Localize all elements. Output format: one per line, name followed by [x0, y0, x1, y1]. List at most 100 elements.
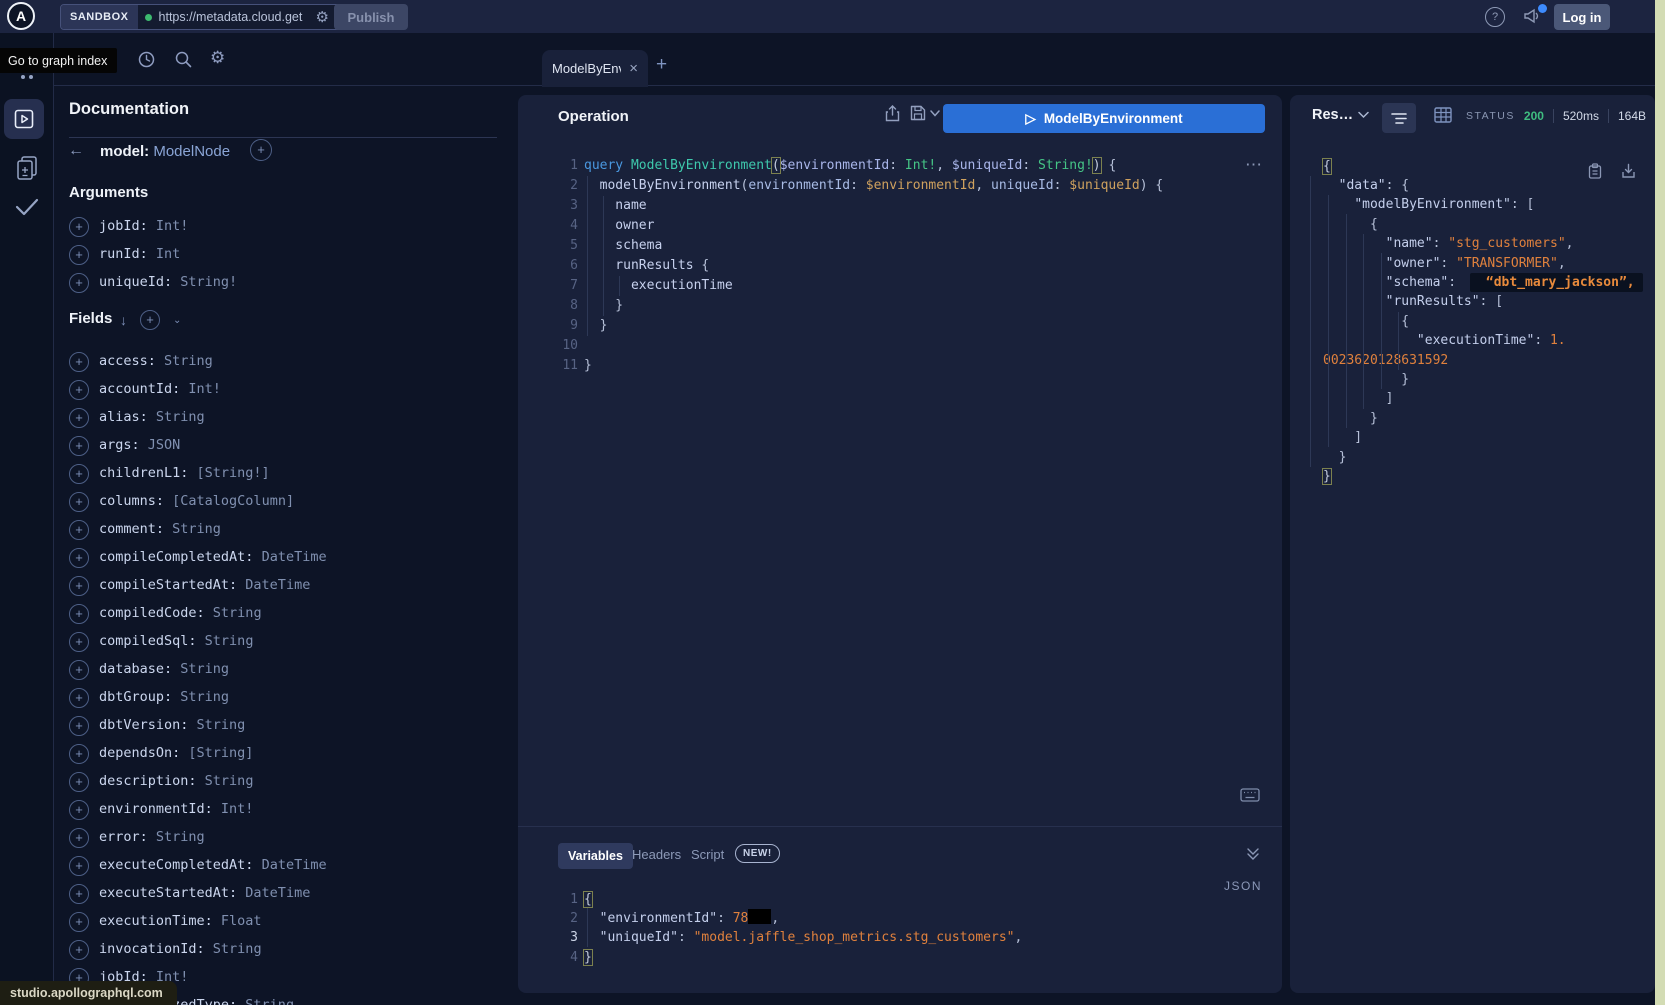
field-name[interactable]: executeCompletedAt: DateTime	[99, 857, 327, 873]
field-type[interactable]: DateTime	[237, 885, 310, 901]
tab-modelbyenvironment[interactable]: ModelByEnvi… ×	[542, 50, 648, 87]
field-type[interactable]: String	[205, 605, 262, 621]
variables-line[interactable]: 1{	[518, 890, 1282, 909]
field-name[interactable]: access: String	[99, 353, 213, 369]
field-name[interactable]: columns: [CatalogColumn]	[99, 493, 294, 509]
field-type[interactable]: Int!	[213, 801, 254, 817]
save-icon[interactable]	[910, 105, 926, 121]
close-tab-icon[interactable]: ×	[629, 60, 638, 77]
login-button[interactable]: Log in	[1554, 4, 1610, 30]
field-name[interactable]: childrenL1: [String!]	[99, 465, 270, 481]
add-field-button[interactable]: +	[69, 352, 89, 372]
field-name[interactable]: executionTime: Float	[99, 913, 262, 929]
add-field-button[interactable]: +	[69, 380, 89, 400]
table-view-button[interactable]	[1434, 107, 1452, 123]
collapse-panel-icon[interactable]	[1246, 847, 1260, 861]
add-field-button[interactable]: +	[69, 217, 89, 237]
variables-line[interactable]: 2 "environmentId": 78,	[518, 909, 1282, 928]
field-name[interactable]: jobId: Int!	[99, 218, 188, 234]
field-type[interactable]: String	[172, 689, 229, 705]
query-line[interactable]: 10	[518, 336, 1282, 356]
field-name[interactable]: database: String	[99, 661, 229, 677]
field-type[interactable]: String	[164, 521, 221, 537]
add-field-button[interactable]: +	[69, 800, 89, 820]
field-type[interactable]: DateTime	[253, 857, 326, 873]
history-icon[interactable]	[138, 51, 155, 68]
graph-index-icon[interactable]	[0, 75, 54, 79]
field-type[interactable]: String!	[172, 274, 237, 290]
settings-gear-icon[interactable]: ⚙	[210, 48, 225, 68]
sidebar-item-operations[interactable]	[4, 99, 44, 139]
add-field-button[interactable]: +	[69, 576, 89, 596]
field-type[interactable]: Int!	[148, 218, 189, 234]
field-name[interactable]: alias: String	[99, 409, 205, 425]
add-field-button[interactable]: +	[69, 912, 89, 932]
tab-headers[interactable]: Headers	[632, 847, 681, 862]
sidebar-item-checks[interactable]	[0, 197, 54, 217]
tab-variables[interactable]: Variables	[558, 843, 633, 869]
query-line[interactable]: 5 schema	[518, 236, 1282, 256]
field-type[interactable]: DateTime	[253, 549, 326, 565]
query-line[interactable]: 2 modelByEnvironment(environmentId: $env…	[518, 176, 1282, 196]
field-name[interactable]: dbtVersion: String	[99, 717, 245, 733]
add-field-button[interactable]: +	[69, 408, 89, 428]
add-field-button[interactable]: +	[69, 772, 89, 792]
field-type[interactable]: String	[148, 829, 205, 845]
field-type[interactable]: [CatalogColumn]	[164, 493, 294, 509]
sort-fields-icon[interactable]: ↓	[120, 312, 127, 328]
field-type[interactable]: String	[188, 717, 245, 733]
add-field-button[interactable]: +	[69, 273, 89, 293]
field-type[interactable]: String	[148, 409, 205, 425]
variables-line[interactable]: 4}	[518, 948, 1282, 967]
field-type[interactable]: String	[172, 661, 229, 677]
query-line[interactable]: 4 owner	[518, 216, 1282, 236]
field-name[interactable]: environmentId: Int!	[99, 801, 253, 817]
add-field-button[interactable]: +	[69, 660, 89, 680]
query-line[interactable]: 9 }	[518, 316, 1282, 336]
field-type[interactable]: JSON	[140, 437, 181, 453]
field-name[interactable]: compiledSql: String	[99, 633, 253, 649]
back-button[interactable]: ←	[68, 142, 84, 160]
query-line[interactable]: 6 runResults {	[518, 256, 1282, 276]
response-dropdown-chevron[interactable]	[1358, 111, 1369, 119]
field-name[interactable]: executeStartedAt: DateTime	[99, 885, 310, 901]
field-name[interactable]: dbtGroup: String	[99, 689, 229, 705]
query-line[interactable]: 3 name	[518, 196, 1282, 216]
field-type[interactable]: DateTime	[237, 577, 310, 593]
field-name[interactable]: error: String	[99, 829, 205, 845]
field-name[interactable]: description: String	[99, 773, 253, 789]
field-type[interactable]: Int	[148, 246, 181, 262]
field-type[interactable]: String	[197, 773, 254, 789]
response-title[interactable]: Res…	[1312, 107, 1353, 123]
field-name[interactable]: accountId: Int!	[99, 381, 221, 397]
field-type[interactable]: [String]	[180, 745, 253, 761]
search-icon[interactable]	[175, 51, 192, 68]
field-type[interactable]: Int!	[180, 381, 221, 397]
add-field-button[interactable]: +	[69, 492, 89, 512]
share-icon[interactable]	[885, 105, 900, 122]
add-field-button[interactable]: +	[69, 828, 89, 848]
run-operation-button[interactable]: ▷ ModelByEnvironment	[943, 104, 1265, 133]
query-line[interactable]: 8 }	[518, 296, 1282, 316]
field-name[interactable]: runId: Int	[99, 246, 180, 262]
add-parent-field-button[interactable]: +	[250, 139, 272, 161]
field-name[interactable]: uniqueId: String!	[99, 274, 237, 290]
add-field-button[interactable]: +	[69, 744, 89, 764]
add-all-fields-button[interactable]: +	[140, 310, 160, 330]
field-type[interactable]: String	[237, 997, 294, 1005]
save-dropdown-chevron[interactable]	[930, 110, 940, 117]
endpoint-url[interactable]: https://metadata.cloud.get	[159, 10, 309, 24]
add-field-button[interactable]: +	[69, 604, 89, 624]
keyboard-shortcuts-icon[interactable]	[1240, 788, 1260, 802]
query-line[interactable]: 1query ModelByEnvironment($environmentId…	[518, 156, 1282, 176]
field-name[interactable]: compileStartedAt: DateTime	[99, 577, 310, 593]
sidebar-item-schema[interactable]	[0, 155, 54, 181]
add-field-button[interactable]: +	[69, 688, 89, 708]
field-type[interactable]: [String!]	[188, 465, 269, 481]
field-type[interactable]: String	[156, 353, 213, 369]
field-name[interactable]: compileCompletedAt: DateTime	[99, 549, 327, 565]
connection-settings-gear-icon[interactable]: ⚙	[316, 10, 329, 25]
field-type[interactable]: String	[205, 941, 262, 957]
parent-type-link[interactable]: ModelNode	[153, 143, 230, 160]
field-name[interactable]: comment: String	[99, 521, 221, 537]
